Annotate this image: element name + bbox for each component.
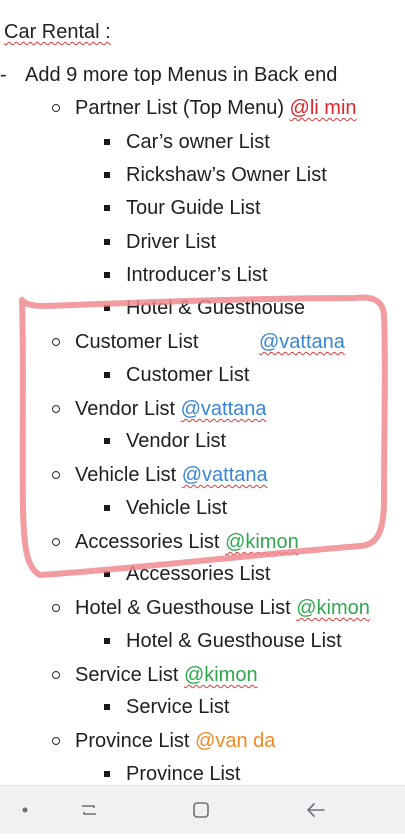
mention-van-da[interactable]: @van da bbox=[195, 730, 275, 752]
circle-bullet bbox=[52, 671, 60, 679]
list-item: Accessories List bbox=[126, 563, 271, 585]
section-label: Service List bbox=[75, 664, 184, 686]
section-customer-list: Customer List bbox=[75, 329, 198, 355]
recent-apps-button[interactable] bbox=[60, 786, 120, 834]
mention-text[interactable]: @vattana bbox=[259, 331, 345, 353]
recent-apps-icon bbox=[82, 805, 96, 815]
circle-bullet bbox=[52, 538, 60, 546]
list-item: Hotel & Guesthouse bbox=[126, 297, 305, 319]
mention-vattana[interactable]: @vattana bbox=[182, 464, 268, 486]
back-icon bbox=[307, 803, 325, 817]
square-bullet bbox=[104, 372, 110, 378]
section-province-list: Province List @van da bbox=[75, 728, 275, 754]
list-item: Hotel & Guesthouse List bbox=[126, 630, 342, 652]
list-item: Introducer’s List bbox=[126, 264, 268, 286]
square-bullet bbox=[104, 205, 110, 211]
square-bullet bbox=[104, 638, 110, 644]
dot-button[interactable] bbox=[0, 786, 60, 834]
document-title: Car Rental : bbox=[4, 19, 111, 45]
circle-bullet bbox=[52, 405, 60, 413]
home-icon bbox=[193, 802, 209, 818]
section-accessories-list: Accessories List @kimon bbox=[75, 529, 299, 555]
section-label: Partner List (Top Menu) bbox=[75, 97, 290, 119]
square-bullet bbox=[104, 239, 110, 245]
square-bullet bbox=[104, 771, 110, 777]
dash-bullet: - bbox=[0, 64, 7, 86]
square-bullet bbox=[104, 438, 110, 444]
square-bullet bbox=[104, 305, 110, 311]
mention-vattana[interactable]: @vattana bbox=[181, 398, 267, 420]
section-label: Customer List bbox=[75, 331, 199, 353]
mention-li-min[interactable]: @li min bbox=[290, 97, 357, 119]
main-item-text: Add 9 more top Menus in Back end bbox=[25, 64, 338, 86]
circle-bullet bbox=[52, 338, 60, 346]
list-item: Province List bbox=[126, 763, 241, 785]
section-label: Province List bbox=[75, 730, 196, 752]
dot-icon bbox=[22, 807, 28, 813]
square-bullet bbox=[104, 139, 110, 145]
square-bullet bbox=[104, 272, 110, 278]
square-bullet bbox=[104, 571, 110, 577]
list-item: Car’s owner List bbox=[126, 131, 270, 153]
list-item: Driver List bbox=[126, 231, 217, 253]
section-label: Vehicle List bbox=[75, 464, 182, 486]
mention-kimon[interactable]: @kimon bbox=[296, 597, 370, 619]
list-item: Vehicle List bbox=[126, 497, 228, 519]
home-button[interactable] bbox=[172, 786, 232, 834]
circle-bullet bbox=[52, 737, 60, 745]
title-text: Car Rental : bbox=[4, 21, 111, 43]
back-button[interactable] bbox=[286, 786, 346, 834]
square-bullet bbox=[104, 704, 110, 710]
list-item: Rickshaw’s Owner List bbox=[126, 164, 327, 186]
circle-bullet bbox=[52, 604, 60, 612]
square-bullet bbox=[104, 505, 110, 511]
square-bullet bbox=[104, 172, 110, 178]
circle-bullet bbox=[52, 104, 60, 112]
list-item: Customer List bbox=[126, 364, 250, 386]
section-label: Accessories List bbox=[75, 531, 226, 553]
mention-vattana[interactable]: @vattana bbox=[259, 329, 345, 355]
section-hotel-guesthouse-list: Hotel & Guesthouse List @kimon bbox=[75, 595, 370, 621]
list-item: Service List bbox=[126, 696, 230, 718]
section-partner-list: Partner List (Top Menu) @li min bbox=[75, 95, 357, 121]
list-item: Tour Guide List bbox=[126, 197, 261, 219]
section-vendor-list: Vendor List @vattana bbox=[75, 396, 267, 422]
list-item: Vendor List bbox=[126, 430, 227, 452]
system-navigation-bar bbox=[0, 785, 405, 834]
section-label: Vendor List bbox=[75, 398, 181, 420]
mention-kimon[interactable]: @kimon bbox=[225, 531, 299, 553]
mention-kimon[interactable]: @kimon bbox=[184, 664, 258, 686]
section-vehicle-list: Vehicle List @vattana bbox=[75, 462, 268, 488]
document-page: Car Rental : - Add 9 more top Menus in B… bbox=[0, 0, 405, 785]
section-service-list: Service List @kimon bbox=[75, 662, 258, 688]
circle-bullet bbox=[52, 471, 60, 479]
section-label: Hotel & Guesthouse List bbox=[75, 597, 297, 619]
